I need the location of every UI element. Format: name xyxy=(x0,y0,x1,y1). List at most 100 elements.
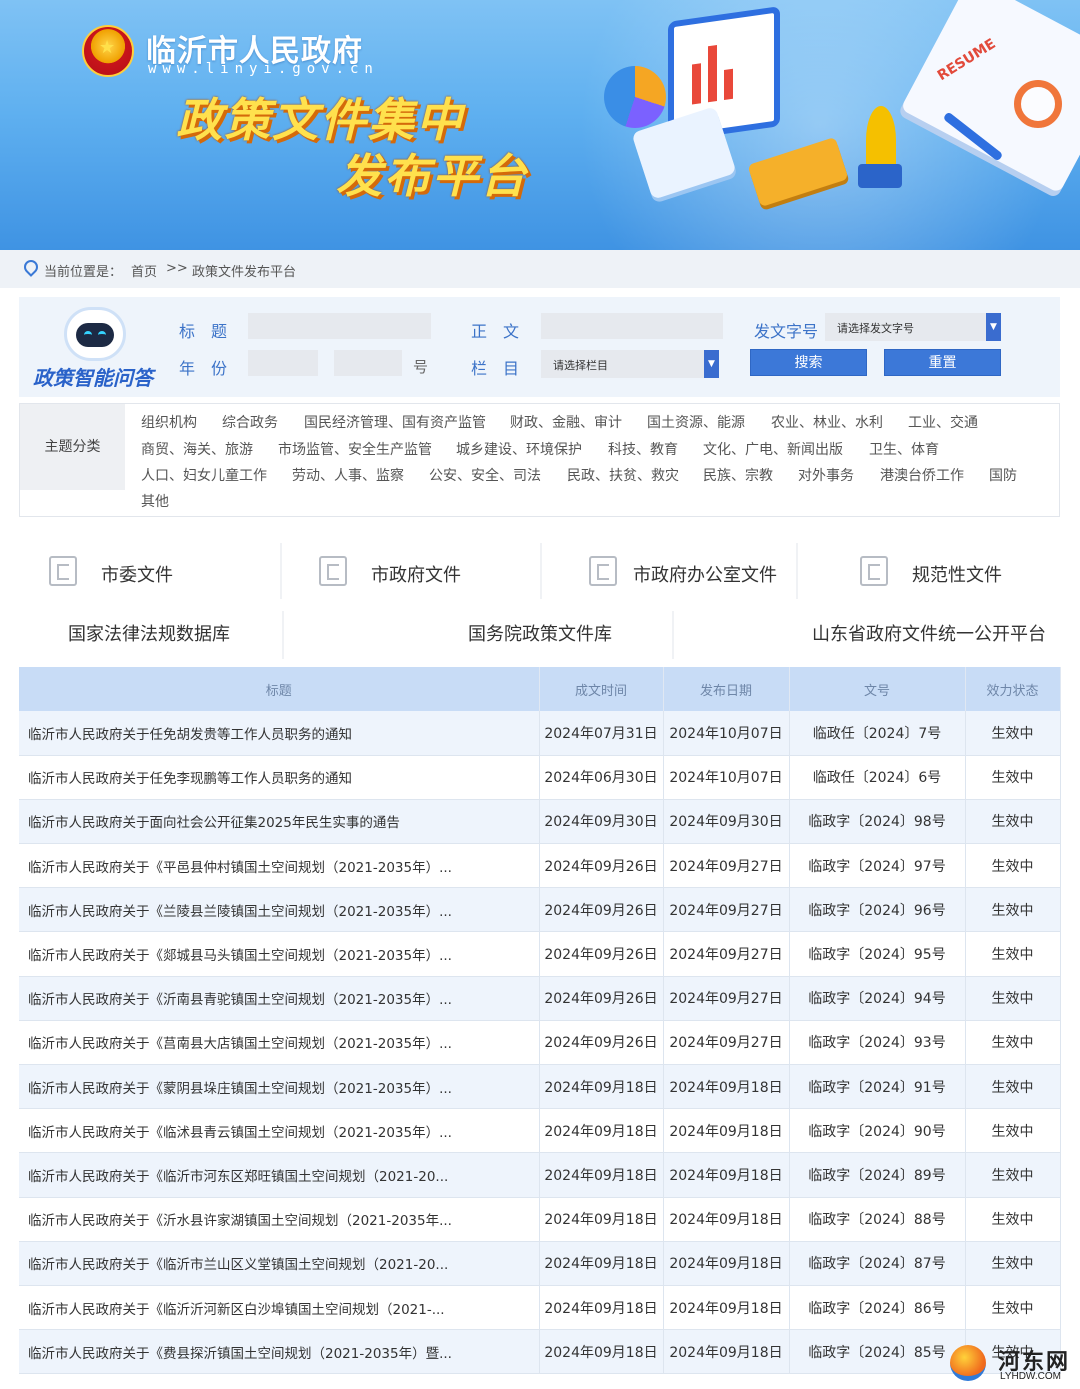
tab-gov-office-docs[interactable]: 市政府办公室文件 xyxy=(589,543,789,599)
doc-number: 临政字〔2024〕94号 xyxy=(789,976,966,1021)
gov-url[interactable]: www.linyi.gov.cn xyxy=(148,61,379,77)
category-link[interactable]: 民族、宗教 xyxy=(703,465,773,485)
category-link[interactable]: 商贸、海关、旅游 xyxy=(141,439,253,459)
category-link[interactable]: 港澳台侨工作 xyxy=(880,465,964,485)
table-row[interactable]: 临沂市人民政府关于任免胡发贵等工作人员职务的通知 2024年07月31日 2024年… xyxy=(19,711,1061,756)
title-label: 标题 xyxy=(179,322,244,341)
reset-button[interactable]: 重置 xyxy=(884,349,1001,376)
title-input[interactable] xyxy=(248,313,431,339)
shandong-gov-platform-link[interactable]: 山东省政府文件统一公开平台 xyxy=(800,611,1058,659)
category-link[interactable]: 工业、交通 xyxy=(908,412,978,432)
doc-title-link[interactable]: 临沂市人民政府关于《郯城县马头镇国土空间规划（2021-2035年）... xyxy=(19,931,540,977)
doc-number: 临政字〔2024〕97号 xyxy=(789,843,966,889)
doc-title-link[interactable]: 临沂市人民政府关于《临沂市兰山区义堂镇国土空间规划（2021-20... xyxy=(19,1241,540,1286)
category-link[interactable]: 民政、扶贫、救灾 xyxy=(567,465,679,485)
category-link[interactable]: 国民经济管理、国有资产监管 xyxy=(304,412,486,432)
watermark-url: LYHDW.COM xyxy=(1000,1371,1061,1382)
table-row[interactable]: 临沂市人民政府关于《蒙阴县垛庄镇国土空间规划（2021-2035年）... 202… xyxy=(19,1064,1061,1110)
breadcrumb-home-link[interactable]: 首页 xyxy=(131,261,157,280)
doc-title-link[interactable]: 临沂市人民政府关于任免胡发贵等工作人员职务的通知 xyxy=(19,711,540,756)
number-input[interactable] xyxy=(334,350,402,376)
doc-number: 临政任〔2024〕7号 xyxy=(789,711,966,756)
category-link[interactable]: 其他 xyxy=(141,491,169,511)
number-suffix-label: 号 xyxy=(413,358,429,376)
tab-label: 市政府办公室文件 xyxy=(633,565,777,586)
category-link[interactable]: 城乡建设、环境保护 xyxy=(456,439,582,459)
column-select[interactable]: 请选择栏目 ▼ xyxy=(541,350,719,378)
doc-number: 临政任〔2024〕6号 xyxy=(789,755,966,800)
doc-title-link[interactable]: 临沂市人民政府关于《临沂沂河新区白沙埠镇国土空间规划（2021-... xyxy=(19,1285,540,1331)
doc-title-link[interactable]: 临沂市人民政府关于《临沭县青云镇国土空间规划（2021-2035年）... xyxy=(19,1108,540,1154)
table-row[interactable]: 临沂市人民政府关于《临沭县青云镇国土空间规划（2021-2035年）... 202… xyxy=(19,1108,1061,1154)
doc-number-select[interactable]: 请选择发文字号 ▼ xyxy=(825,313,1001,341)
publish-date: 2024年09月18日 xyxy=(663,1329,790,1375)
category-link[interactable]: 公安、安全、司法 xyxy=(429,465,541,485)
category-link[interactable]: 农业、林业、水利 xyxy=(771,412,883,432)
doc-title-link[interactable]: 临沂市人民政府关于《莒南县大店镇国土空间规划（2021-2035年）... xyxy=(19,1020,540,1066)
publish-date: 2024年09月27日 xyxy=(663,887,790,933)
tab-normative-docs[interactable]: 规范性文件 xyxy=(860,543,1040,599)
topic-category-head: 主题分类 xyxy=(20,404,125,490)
category-link[interactable]: 卫生、体育 xyxy=(869,439,939,459)
doc-number: 临政字〔2024〕95号 xyxy=(789,931,966,977)
doc-title-link[interactable]: 临沂市人民政府关于《蒙阴县垛庄镇国土空间规划（2021-2035年）... xyxy=(19,1064,540,1110)
category-link[interactable]: 组织机构 xyxy=(141,412,197,432)
chevron-down-icon[interactable]: ▼ xyxy=(986,313,1001,341)
table-row[interactable]: 临沂市人民政府关于任免李现鹏等工作人员职务的通知 2024年06月30日 2024年… xyxy=(19,755,1061,800)
table-row[interactable]: 临沂市人民政府关于《平邑县仲村镇国土空间规划（2021-2035年）... 202… xyxy=(19,843,1061,889)
table-row[interactable]: 临沂市人民政府关于《费县探沂镇国土空间规划（2021-2035年）暨... 202… xyxy=(19,1329,1061,1375)
category-link[interactable]: 国防 xyxy=(989,465,1017,485)
doc-number: 临政字〔2024〕85号 xyxy=(789,1329,966,1375)
category-link[interactable]: 科技、教育 xyxy=(608,439,678,459)
table-row[interactable]: 临沂市人民政府关于《沂南县青驼镇国土空间规划（2021-2035年）... 202… xyxy=(19,976,1061,1021)
year-input[interactable] xyxy=(248,350,318,376)
state-council-policy-link[interactable]: 国务院政策文件库 xyxy=(410,611,670,659)
pie-chart-icon xyxy=(604,66,666,128)
table-row[interactable]: 临沂市人民政府关于《沂水县许家湖镇国土空间规划（2021-2035年... 202… xyxy=(19,1197,1061,1242)
status-badge: 生效中 xyxy=(965,931,1061,977)
column-header-doc-number: 文号 xyxy=(789,667,966,711)
tab-city-gov-docs[interactable]: 市政府文件 xyxy=(319,543,519,599)
status-badge: 生效中 xyxy=(965,1108,1061,1154)
category-link[interactable]: 劳动、人事、监察 xyxy=(292,465,404,485)
written-date: 2024年09月26日 xyxy=(539,976,664,1021)
doc-number: 临政字〔2024〕98号 xyxy=(789,799,966,845)
doc-title-link[interactable]: 临沂市人民政府关于《沂南县青驼镇国土空间规划（2021-2035年）... xyxy=(19,976,540,1021)
column-header-status: 效力状态 xyxy=(965,667,1061,711)
column-select-value: 请选择栏目 xyxy=(553,359,608,372)
table-row[interactable]: 临沂市人民政府关于面向社会公开征集2025年民生实事的通告 2024年09月30日… xyxy=(19,799,1061,845)
doc-title-link[interactable]: 临沂市人民政府关于《平邑县仲村镇国土空间规划（2021-2035年）... xyxy=(19,843,540,889)
category-link[interactable]: 对外事务 xyxy=(798,465,854,485)
document-icon xyxy=(319,556,347,586)
robot-assistant-icon[interactable] xyxy=(64,307,126,361)
status-badge: 生效中 xyxy=(965,1152,1061,1198)
breadcrumb-current[interactable]: 政策文件发布平台 xyxy=(192,261,296,280)
table-row[interactable]: 临沂市人民政府关于《郯城县马头镇国土空间规划（2021-2035年）... 202… xyxy=(19,931,1061,977)
year-label: 年份 xyxy=(179,359,244,378)
tab-city-committee-docs[interactable]: 市委文件 xyxy=(49,543,249,599)
doc-title-link[interactable]: 临沂市人民政府关于《沂水县许家湖镇国土空间规划（2021-2035年... xyxy=(19,1197,540,1242)
table-row[interactable]: 临沂市人民政府关于《兰陵县兰陵镇国土空间规划（2021-2035年）... 202… xyxy=(19,887,1061,933)
table-row[interactable]: 临沂市人民政府关于《临沂市兰山区义堂镇国土空间规划（2021-20... 2024… xyxy=(19,1241,1061,1286)
table-row[interactable]: 临沂市人民政府关于《莒南县大店镇国土空间规划（2021-2035年）... 202… xyxy=(19,1020,1061,1066)
status-badge: 生效中 xyxy=(965,887,1061,933)
doc-title-link[interactable]: 临沂市人民政府关于《临沂市河东区郑旺镇国土空间规划（2021-20... xyxy=(19,1152,540,1198)
doc-title-link[interactable]: 临沂市人民政府关于《兰陵县兰陵镇国土空间规划（2021-2035年）... xyxy=(19,887,540,933)
category-link[interactable]: 综合政务 xyxy=(222,412,278,432)
body-input[interactable] xyxy=(541,313,723,339)
doc-title-link[interactable]: 临沂市人民政府关于任免李现鹏等工作人员职务的通知 xyxy=(19,755,540,800)
national-law-database-link[interactable]: 国家法律法规数据库 xyxy=(19,611,279,659)
table-row[interactable]: 临沂市人民政府关于《临沂市河东区郑旺镇国土空间规划（2021-20... 2024… xyxy=(19,1152,1061,1198)
category-link[interactable]: 财政、金融、审计 xyxy=(510,412,622,432)
chevron-down-icon[interactable]: ▼ xyxy=(704,350,719,378)
category-link[interactable]: 文化、广电、新闻出版 xyxy=(703,439,843,459)
ai-qa-label[interactable]: 政策智能问答 xyxy=(33,362,153,391)
doc-title-link[interactable]: 临沂市人民政府关于《费县探沂镇国土空间规划（2021-2035年）暨... xyxy=(19,1329,540,1375)
policy-document-table: 标题 成文时间 发布日期 文号 效力状态 临沂市人民政府关于任免胡发贵等工作人员… xyxy=(19,667,1061,1375)
category-link[interactable]: 人口、妇女儿童工作 xyxy=(141,465,267,485)
table-row[interactable]: 临沂市人民政府关于《临沂沂河新区白沙埠镇国土空间规划（2021-... 2024年… xyxy=(19,1285,1061,1331)
category-link[interactable]: 市场监管、安全生产监管 xyxy=(278,439,432,459)
search-button[interactable]: 搜索 xyxy=(750,349,867,376)
category-link[interactable]: 国土资源、能源 xyxy=(647,412,745,432)
doc-title-link[interactable]: 临沂市人民政府关于面向社会公开征集2025年民生实事的通告 xyxy=(19,799,540,845)
